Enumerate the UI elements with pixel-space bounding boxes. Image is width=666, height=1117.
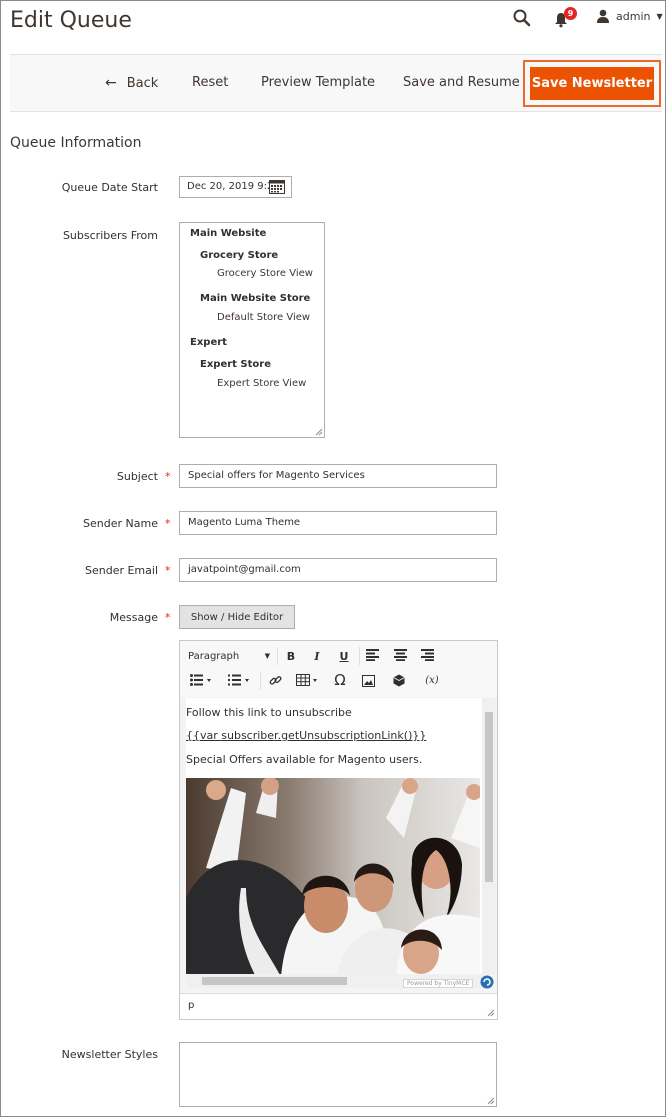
subject-input[interactable]: Special offers for Magento Services — [179, 464, 497, 488]
align-right-icon[interactable] — [421, 649, 435, 661]
newsletter-styles-textarea[interactable] — [179, 1042, 497, 1107]
variable-icon[interactable]: (x) — [423, 672, 441, 688]
toolbar-divider — [260, 672, 261, 690]
page-actions-bar: ← Back Reset Preview Template Save and R… — [10, 54, 662, 112]
section-title: Queue Information — [10, 135, 142, 151]
save-newsletter-highlight: Save Newsletter — [523, 60, 661, 107]
format-select[interactable]: Paragraph ▼ — [188, 648, 270, 664]
store-expert: Expert Store — [200, 359, 271, 370]
align-left-icon[interactable] — [366, 649, 380, 661]
page-title: Edit Queue — [10, 8, 132, 33]
editor-statusbar: p — [180, 993, 497, 1019]
numbered-list-icon[interactable] — [228, 674, 250, 686]
tinymce-logo-icon — [480, 975, 494, 989]
store-grocery: Grocery Store — [200, 250, 279, 261]
toolbar-divider — [277, 647, 278, 665]
resize-handle-icon[interactable] — [487, 1009, 495, 1017]
message-label: Message — [109, 611, 158, 624]
store-main-website: Main Website Store — [200, 293, 311, 304]
back-button[interactable]: ← Back — [105, 75, 158, 91]
sender-name-label: Sender Name — [83, 517, 158, 530]
image-icon[interactable] — [362, 675, 375, 687]
editor-toolbar: Paragraph ▼ B I U Ω (x) — [180, 641, 497, 697]
celebrating-people-image — [186, 778, 480, 974]
user-menu[interactable]: admin ▼ — [596, 9, 663, 23]
calendar-icon[interactable] — [269, 179, 285, 194]
link-icon[interactable] — [269, 674, 282, 687]
reset-button[interactable]: Reset — [192, 75, 228, 90]
content-text-line: Special Offers available for Magento use… — [186, 753, 423, 766]
queue-date-label: Queue Date Start — [61, 181, 158, 194]
required-mark: * — [165, 611, 171, 624]
editor-content[interactable]: Follow this link to unsubscribe {{var su… — [186, 698, 482, 974]
store-view-option[interactable]: Default Store View — [217, 312, 310, 323]
element-path[interactable]: p — [188, 1000, 194, 1011]
store-group-expert: Expert — [190, 337, 227, 348]
toolbar-divider — [359, 647, 360, 665]
table-icon[interactable] — [296, 674, 320, 686]
user-name: admin — [616, 9, 651, 23]
bold-icon[interactable]: B — [283, 647, 299, 665]
notification-count-badge: 9 — [564, 7, 577, 20]
arrow-left-icon: ← — [105, 75, 117, 91]
sender-email-input[interactable]: javatpoint@gmail.com — [179, 558, 497, 582]
store-view-option[interactable]: Expert Store View — [217, 378, 306, 389]
sender-email-label: Sender Email — [84, 564, 158, 577]
unsubscribe-link[interactable]: {{var subscriber.getUnsubscriptionLink()… — [186, 729, 426, 742]
align-center-icon[interactable] — [394, 649, 408, 661]
sender-name-input[interactable]: Magento Luma Theme — [179, 511, 497, 535]
underline-icon[interactable]: U — [336, 647, 352, 665]
caret-down-icon: ▼ — [264, 652, 270, 660]
back-button-label: Back — [126, 75, 159, 91]
italic-icon[interactable]: I — [309, 647, 325, 665]
store-view-option[interactable]: Grocery Store View — [217, 268, 313, 279]
required-mark: * — [165, 517, 171, 530]
special-char-icon[interactable]: Ω — [331, 671, 349, 689]
show-hide-editor-button[interactable]: Show / Hide Editor — [179, 605, 295, 629]
subject-label: Subject — [116, 470, 158, 483]
save-newsletter-button[interactable]: Save Newsletter — [530, 67, 654, 100]
scrollbar-thumb[interactable] — [485, 712, 493, 882]
vertical-scrollbar[interactable] — [482, 698, 496, 974]
newsletter-styles-label: Newsletter Styles — [61, 1048, 158, 1061]
content-text-line: Follow this link to unsubscribe — [186, 706, 352, 719]
notifications-button[interactable]: 9 — [554, 7, 578, 29]
subscribers-multiselect[interactable]: Main Website Grocery Store Grocery Store… — [179, 222, 325, 438]
format-select-value: Paragraph — [188, 650, 240, 662]
required-mark: * — [165, 564, 171, 577]
search-icon[interactable] — [512, 8, 532, 28]
save-and-resume-button[interactable]: Save and Resume — [403, 75, 520, 90]
required-mark: * — [165, 470, 171, 483]
store-group-main-website: Main Website — [190, 228, 267, 239]
tinymce-branding[interactable]: Powered by TinyMCE — [403, 979, 474, 988]
subscribers-from-label: Subscribers From — [62, 229, 158, 242]
bullet-list-icon[interactable] — [190, 674, 212, 686]
preview-template-button[interactable]: Preview Template — [261, 75, 375, 90]
user-icon — [597, 9, 609, 23]
chevron-down-icon: ▼ — [656, 11, 663, 21]
widget-icon[interactable] — [393, 674, 405, 687]
scrollbar-thumb[interactable] — [202, 977, 347, 985]
resize-handle-icon[interactable] — [315, 428, 323, 436]
wysiwyg-editor: Paragraph ▼ B I U Ω (x) Follow this link… — [179, 640, 498, 1020]
resize-handle-icon[interactable] — [487, 1097, 495, 1105]
